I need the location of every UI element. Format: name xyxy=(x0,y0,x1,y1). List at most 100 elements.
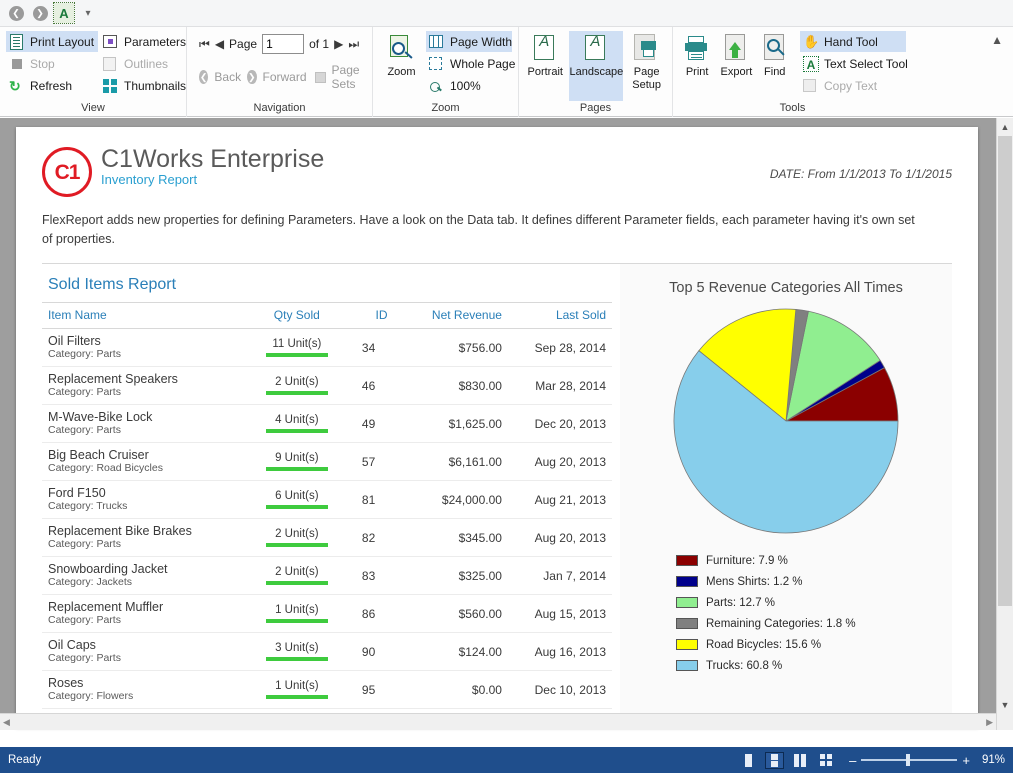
item-category: Category: Parts xyxy=(48,538,121,550)
history-navigation-row: ❮ Back ❯ Forward Page Sets xyxy=(199,63,369,91)
vertical-scrollbar-thumb[interactable] xyxy=(998,136,1012,606)
ribbon-group-zoom: Zoom Page Width Whole Page 100% Zoom xyxy=(372,27,518,117)
text-select-tool-button[interactable]: A Text Select Tool xyxy=(800,53,908,74)
document-viewport[interactable]: C1 C1Works Enterprise Inventory Report D… xyxy=(0,118,1013,730)
whole-page-button[interactable]: Whole Page xyxy=(426,53,515,74)
scroll-left-chevron-left-icon[interactable]: ◀ xyxy=(3,717,10,728)
back-arrow-icon[interactable]: ❮ xyxy=(6,3,26,23)
single-page-view-button[interactable] xyxy=(739,752,758,769)
ribbon: Print Layout Stop ↻ Refresh Parameters O… xyxy=(0,27,1013,117)
landscape-button[interactable]: A Landscape xyxy=(569,31,624,101)
legend-label: Mens Shirts: 1.2 % xyxy=(706,575,803,588)
export-button[interactable]: Export xyxy=(717,31,755,78)
qty-bar xyxy=(265,581,328,585)
column-header-item-name[interactable]: Item Name xyxy=(42,302,251,329)
cell-item-name: Oil Filters Category: Parts xyxy=(42,328,251,367)
page-number-input[interactable] xyxy=(262,34,305,54)
forward-arrow-icon[interactable]: ❯ xyxy=(30,3,50,23)
legend-swatch xyxy=(676,660,698,671)
cell-id: 95 xyxy=(343,670,394,709)
zoom-slider-track[interactable] xyxy=(861,754,958,766)
outlines-button[interactable]: Outlines xyxy=(100,53,192,74)
previous-page-icon[interactable]: ◀ xyxy=(215,37,224,51)
thumbnails-icon xyxy=(103,78,119,94)
cell-item-name: Replacement Speakers Category: Parts xyxy=(42,366,251,405)
legend-label: Furniture: 7.9 % xyxy=(706,554,788,567)
zoom-slider[interactable]: – + xyxy=(849,754,970,767)
page-of-label: of 1 xyxy=(309,37,330,51)
cell-id: 81 xyxy=(343,480,394,519)
parameters-button[interactable]: Parameters xyxy=(100,31,192,52)
four-page-view-button[interactable] xyxy=(817,752,836,769)
table-header-row: Item Name Qty Sold ID Net Revenue Last S… xyxy=(42,302,612,329)
horizontal-scrollbar[interactable]: ◀ ▶ xyxy=(0,713,996,730)
qty-value: 1 Unit(s) xyxy=(275,604,319,616)
find-label: Find xyxy=(764,66,786,78)
thumbnails-button[interactable]: Thumbnails xyxy=(100,75,192,96)
item-name: Ford F150 xyxy=(48,486,106,500)
export-label: Export xyxy=(720,66,753,78)
item-category: Category: Flowers xyxy=(48,690,134,702)
first-page-icon[interactable]: ⏮ xyxy=(199,37,210,52)
forward-arrow-icon[interactable]: ❯ xyxy=(247,70,257,84)
find-button[interactable]: Find xyxy=(757,31,792,78)
legend-swatch xyxy=(676,639,698,650)
zoom-100-button[interactable]: 100% xyxy=(426,75,512,96)
legend-swatch xyxy=(676,597,698,608)
zoom-out-button[interactable]: – xyxy=(849,754,856,767)
ribbon-group-pages-label: Pages xyxy=(579,102,612,114)
hand-tool-button[interactable]: ✋ Hand Tool xyxy=(800,31,906,52)
zoom-100-icon xyxy=(429,78,445,94)
scroll-up-chevron-up-icon[interactable]: ▲ xyxy=(997,118,1013,135)
column-header-net-revenue[interactable]: Net Revenue xyxy=(393,302,508,329)
page-width-button[interactable]: Page Width xyxy=(426,31,512,52)
sold-items-table: Item Name Qty Sold ID Net Revenue Last S… xyxy=(42,302,612,727)
page-sets-label[interactable]: Page Sets xyxy=(332,63,369,91)
portrait-button[interactable]: A Portrait xyxy=(525,31,565,78)
ribbon-group-zoom-label: Zoom xyxy=(431,102,460,114)
revenue-chart-panel: Top 5 Revenue Categories All Times Furni… xyxy=(620,264,952,727)
cell-net-revenue: $6,161.00 xyxy=(393,442,508,481)
cell-id: 46 xyxy=(343,366,394,405)
column-header-qty-sold[interactable]: Qty Sold xyxy=(250,302,344,329)
cell-item-name: Snowboarding Jacket Category: Jackets xyxy=(42,556,251,595)
last-page-icon[interactable]: ⏭ xyxy=(348,37,359,52)
ribbon-group-navigation-label: Navigation xyxy=(253,102,306,114)
qat-overflow-chevron-down-icon[interactable]: ▾ xyxy=(78,3,98,23)
zoom-button[interactable]: Zoom xyxy=(383,31,420,78)
copy-text-button[interactable]: Copy Text xyxy=(800,75,906,96)
page-setup-button[interactable]: Page Setup xyxy=(627,31,666,91)
text-select-tool-label: Text Select Tool xyxy=(824,56,908,71)
item-name: Replacement Muffler xyxy=(48,600,164,614)
collapse-ribbon-chevron-up-icon[interactable]: ▲ xyxy=(991,33,1003,47)
column-header-id[interactable]: ID xyxy=(343,302,394,329)
copy-text-label: Copy Text xyxy=(824,78,878,93)
stop-button[interactable]: Stop xyxy=(6,53,98,74)
parameters-label: Parameters xyxy=(124,34,187,49)
page-sets-icon xyxy=(313,69,326,85)
vertical-scrollbar[interactable]: ▲ ▼ xyxy=(996,118,1013,730)
print-layout-button[interactable]: Print Layout xyxy=(6,31,98,52)
back-arrow-icon[interactable]: ❮ xyxy=(199,70,209,84)
two-page-vertical-view-button[interactable] xyxy=(765,751,785,769)
zoom-in-button[interactable]: + xyxy=(962,754,970,767)
back-label[interactable]: Back xyxy=(214,70,241,84)
legend-swatch xyxy=(676,618,698,629)
zoom-slider-thumb[interactable] xyxy=(906,754,911,766)
ribbon-group-navigation: ⏮ ◀ Page of 1 ▶ ⏭ ❮ Back ❯ Forward Page … xyxy=(186,27,372,117)
next-page-icon[interactable]: ▶ xyxy=(334,37,343,51)
export-icon xyxy=(720,33,752,65)
cell-item-name: Ford F150 Category: Trucks xyxy=(42,480,251,519)
scroll-down-chevron-down-icon[interactable]: ▼ xyxy=(997,696,1013,713)
print-button[interactable]: Print xyxy=(679,31,715,78)
forward-label[interactable]: Forward xyxy=(263,70,307,84)
two-page-horizontal-view-button[interactable] xyxy=(791,752,810,769)
refresh-button[interactable]: ↻ Refresh xyxy=(6,75,98,96)
cell-qty-sold: 2 Unit(s) xyxy=(250,518,344,557)
text-select-tool-icon[interactable]: A xyxy=(53,2,75,24)
column-header-last-sold[interactable]: Last Sold xyxy=(507,302,612,329)
sold-items-panel: Sold Items Report Item Name Qty Sold ID … xyxy=(42,264,612,727)
scroll-right-chevron-right-icon[interactable]: ▶ xyxy=(986,717,993,728)
find-icon xyxy=(759,33,791,65)
table-row: M-Wave-Bike Lock Category: Parts 4 Unit(s)… xyxy=(42,404,612,443)
